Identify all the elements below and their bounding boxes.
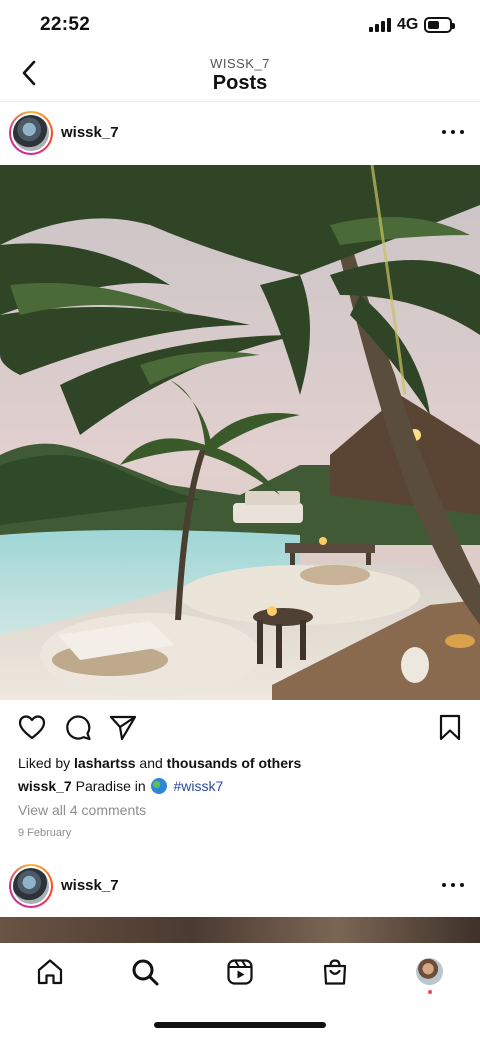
signal-icon xyxy=(369,18,391,32)
save-button[interactable] xyxy=(435,712,465,742)
likes-count[interactable]: thousands of others xyxy=(167,755,302,771)
status-time: 22:52 xyxy=(40,14,91,35)
battery-level xyxy=(428,21,439,29)
liked-by-user[interactable]: lashartss xyxy=(74,755,135,771)
comment-button[interactable] xyxy=(63,712,93,742)
send-icon xyxy=(109,715,137,741)
tab-search[interactable] xyxy=(130,957,160,987)
post-date: 9 February xyxy=(18,827,72,839)
shop-icon xyxy=(323,959,347,985)
caption: wissk_7 Paradise in #wissk7 xyxy=(18,778,224,794)
next-post-header: wissk_7 xyxy=(0,855,480,917)
avatar[interactable] xyxy=(9,111,53,155)
search-icon xyxy=(132,959,159,986)
tab-home[interactable] xyxy=(35,957,65,987)
resort-pool-photo xyxy=(0,165,480,700)
instagram-posts-screen: 22:52 4G WISSK_7 Posts wissk_7 Liked by … xyxy=(0,0,480,1039)
share-button[interactable] xyxy=(108,712,138,742)
avatar[interactable] xyxy=(9,864,53,908)
like-button[interactable] xyxy=(17,712,47,742)
notification-dot xyxy=(428,990,432,994)
hashtag-link[interactable]: #wissk7 xyxy=(173,778,223,794)
battery-icon xyxy=(424,17,455,33)
more-options-button[interactable] xyxy=(442,875,464,895)
heart-icon xyxy=(18,715,46,740)
tab-shop[interactable] xyxy=(320,957,350,987)
tab-profile-avatar[interactable] xyxy=(416,958,443,985)
status-bar: 22:52 4G xyxy=(0,0,480,50)
next-post-image[interactable] xyxy=(0,917,480,943)
post-username[interactable]: wissk_7 xyxy=(61,124,119,141)
bookmark-icon xyxy=(439,714,461,741)
globe-emoji-icon xyxy=(150,778,167,794)
caption-username[interactable]: wissk_7 xyxy=(18,778,72,794)
post-image[interactable] xyxy=(0,165,480,700)
account-name: WISSK_7 xyxy=(210,56,270,71)
tab-reels[interactable] xyxy=(225,957,255,987)
post-header: wissk_7 xyxy=(0,102,480,164)
more-options-button[interactable] xyxy=(442,122,464,142)
home-icon xyxy=(37,959,63,985)
more-horizontal-icon xyxy=(442,130,446,134)
top-nav: WISSK_7 Posts xyxy=(0,50,480,102)
comment-icon xyxy=(66,715,91,741)
view-comments-link[interactable]: View all 4 comments xyxy=(18,802,146,818)
reels-icon xyxy=(227,959,253,985)
likes-line: Liked by lashartss and thousands of othe… xyxy=(18,755,302,771)
more-horizontal-icon xyxy=(442,883,446,887)
page-title: Posts xyxy=(212,72,268,94)
post-username[interactable]: wissk_7 xyxy=(61,877,119,894)
home-indicator xyxy=(154,1022,326,1028)
network-type: 4G xyxy=(397,16,419,33)
post-actions xyxy=(0,712,480,746)
